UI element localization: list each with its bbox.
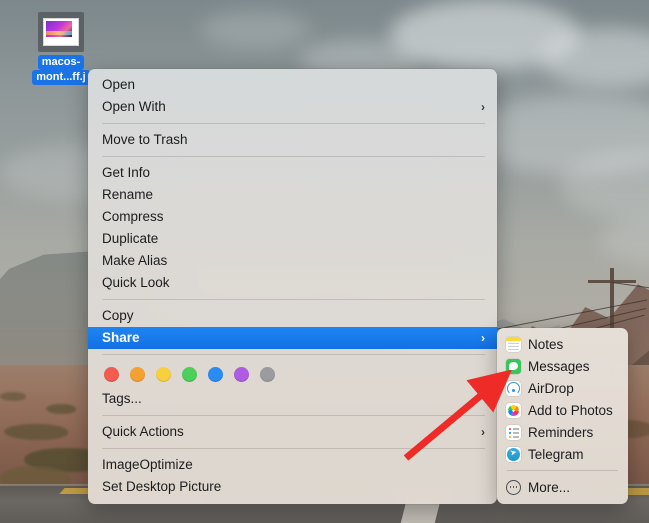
menu-item-label: ImageOptimize xyxy=(102,454,485,476)
desert-scrub xyxy=(46,404,76,414)
menu-item-rename[interactable]: Rename xyxy=(88,184,497,206)
menu-item-open-with[interactable]: Open With › xyxy=(88,96,497,118)
share-item-add-to-photos[interactable]: Add to Photos xyxy=(497,399,628,421)
wallpaper-preview xyxy=(46,21,72,37)
menu-item-open[interactable]: Open xyxy=(88,74,497,96)
menu-item-copy[interactable]: Copy xyxy=(88,305,497,327)
image-file-thumbnail[interactable] xyxy=(38,12,84,52)
menu-item-label: Compress xyxy=(102,206,485,228)
airdrop-icon xyxy=(506,381,521,396)
menu-item-label: Make Alias xyxy=(102,250,485,272)
menu-item-get-info[interactable]: Get Info xyxy=(88,162,497,184)
context-menu[interactable]: OpenOpen With › Move to Trash Get InfoRenam… xyxy=(88,69,497,504)
menu-item-share[interactable]: Share › xyxy=(88,327,497,349)
menu-separator xyxy=(102,448,485,449)
desert-scrub xyxy=(0,392,26,401)
menu-item-quick-look[interactable]: Quick Look xyxy=(88,272,497,294)
menu-item-label: Set Desktop Picture xyxy=(102,476,485,498)
menu-separator xyxy=(102,299,485,300)
tag-dot-blue[interactable] xyxy=(208,367,223,382)
menu-item-label: Share xyxy=(102,327,473,349)
share-item-label: AirDrop xyxy=(528,381,574,396)
tag-dot-yellow[interactable] xyxy=(156,367,171,382)
menu-item-label: Duplicate xyxy=(102,228,485,250)
tag-dot-red[interactable] xyxy=(104,367,119,382)
menu-item-label: Copy xyxy=(102,305,485,327)
menu-separator xyxy=(102,354,485,355)
messages-icon xyxy=(506,359,521,374)
more-icon xyxy=(506,480,521,495)
desert-scrub xyxy=(4,424,68,440)
reminders-icon xyxy=(506,425,521,440)
menu-item-duplicate[interactable]: Duplicate xyxy=(88,228,497,250)
menu-item-set-desktop-picture[interactable]: Set Desktop Picture xyxy=(88,476,497,498)
menu-item-tags[interactable]: Tags... xyxy=(88,388,497,410)
desktop-screen: macos- mont...ff.j OpenOpen With › Move to… xyxy=(0,0,649,523)
chevron-right-icon: › xyxy=(481,332,485,344)
share-item-airdrop[interactable]: AirDrop xyxy=(497,377,628,399)
share-item-notes[interactable]: Notes xyxy=(497,333,628,355)
menu-separator xyxy=(102,156,485,157)
share-item-messages[interactable]: Messages xyxy=(497,355,628,377)
menu-item-label: Quick Actions xyxy=(102,421,473,443)
menu-item-quick-actions[interactable]: Quick Actions › xyxy=(88,421,497,443)
share-item-label: Reminders xyxy=(528,425,593,440)
menu-item-label: Get Info xyxy=(102,162,485,184)
share-submenu[interactable]: Notes Messages AirDrop Add to Photos Reminde… xyxy=(497,328,628,504)
cloud xyxy=(200,10,310,48)
share-item-telegram[interactable]: Telegram xyxy=(497,443,628,465)
share-item-label: Add to Photos xyxy=(528,403,613,418)
tag-dot-green[interactable] xyxy=(182,367,197,382)
notes-icon xyxy=(506,337,521,352)
menu-item-imageoptimize[interactable]: ImageOptimize xyxy=(88,454,497,476)
file-name-line-2: mont...ff.j xyxy=(32,70,90,85)
submenu-separator xyxy=(507,470,618,471)
tag-color-row[interactable] xyxy=(88,360,497,388)
thumbnail-frame xyxy=(43,18,79,46)
share-item-label: More... xyxy=(528,480,570,495)
tag-dot-purple[interactable] xyxy=(234,367,249,382)
menu-item-make-alias[interactable]: Make Alias xyxy=(88,250,497,272)
menu-item-label: Move to Trash xyxy=(102,129,485,151)
share-item-label: Messages xyxy=(528,359,590,374)
tag-dot-gray[interactable] xyxy=(260,367,275,382)
menu-item-label: Open With xyxy=(102,96,473,118)
tag-dot-orange[interactable] xyxy=(130,367,145,382)
menu-item-label: Rename xyxy=(102,184,485,206)
share-item-reminders[interactable]: Reminders xyxy=(497,421,628,443)
chevron-right-icon: › xyxy=(481,426,485,438)
share-item-label: Notes xyxy=(528,337,563,352)
photos-icon xyxy=(506,403,521,418)
menu-separator xyxy=(102,415,485,416)
menu-separator xyxy=(102,123,485,124)
share-item-more[interactable]: More... xyxy=(497,476,628,498)
menu-item-move-to-trash[interactable]: Move to Trash xyxy=(88,129,497,151)
file-name-line-1: macos- xyxy=(38,55,85,70)
menu-item-label: Open xyxy=(102,74,485,96)
menu-item-label: Tags... xyxy=(102,388,485,410)
menu-item-compress[interactable]: Compress xyxy=(88,206,497,228)
share-item-label: Telegram xyxy=(528,447,584,462)
menu-item-label: Quick Look xyxy=(102,272,485,294)
chevron-right-icon: › xyxy=(481,101,485,113)
telegram-icon xyxy=(506,447,521,462)
